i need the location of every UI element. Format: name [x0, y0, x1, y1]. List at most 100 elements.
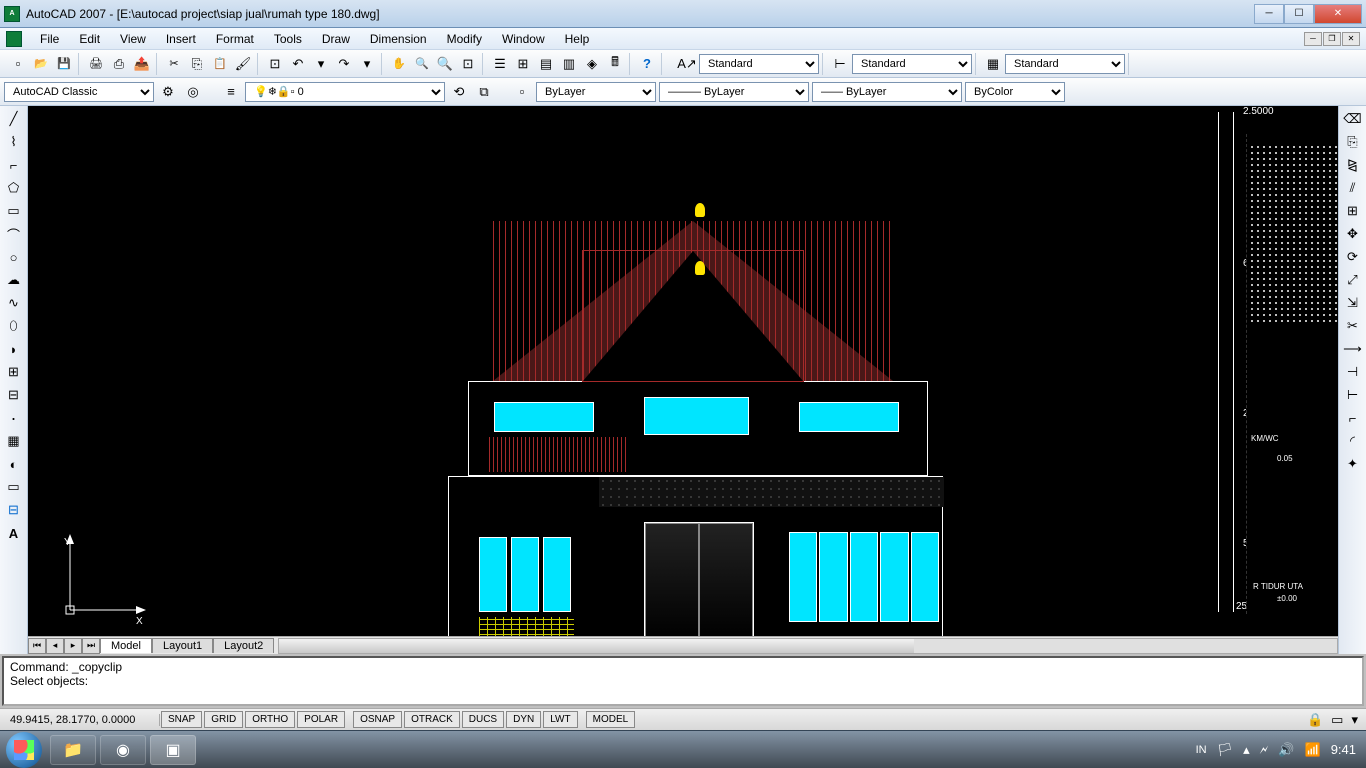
maximize-button[interactable]: ☐: [1284, 4, 1314, 24]
move-tool[interactable]: ✥: [1341, 223, 1365, 245]
break-tool[interactable]: ⊣: [1341, 361, 1365, 383]
hatch-tool[interactable]: [2, 430, 26, 452]
layer-previous-button[interactable]: ⟲: [448, 81, 470, 103]
copy-button[interactable]: [186, 53, 208, 75]
fillet-tool[interactable]: ◜: [1341, 430, 1365, 452]
undo-button[interactable]: [287, 53, 309, 75]
tray-up-icon[interactable]: ▴: [1243, 742, 1250, 758]
toggle-ortho[interactable]: ORTHO: [245, 711, 295, 728]
stretch-tool[interactable]: ⇲: [1341, 292, 1365, 314]
tab-last-button[interactable]: ⏭: [82, 638, 100, 654]
ellipse-arc-tool[interactable]: ◗: [2, 338, 26, 360]
layer-combo[interactable]: 💡❄🔒▫ 0: [245, 82, 445, 102]
taskbar-autocad-button[interactable]: ▣: [150, 735, 196, 765]
table-style-icon[interactable]: ▦: [982, 53, 1004, 75]
menu-draw[interactable]: Draw: [312, 30, 360, 48]
horizontal-scrollbar[interactable]: [278, 638, 1338, 654]
taskbar-explorer-button[interactable]: 📁: [50, 735, 96, 765]
sheet-set-button[interactable]: ▥: [558, 53, 580, 75]
toggle-otrack[interactable]: OTRACK: [404, 711, 460, 728]
toggle-dyn[interactable]: DYN: [506, 711, 541, 728]
markup-button[interactable]: ◈: [581, 53, 603, 75]
polyline-tool[interactable]: ⌐: [2, 154, 26, 176]
tool-palettes-button[interactable]: ▤: [535, 53, 557, 75]
help-button[interactable]: [636, 53, 658, 75]
make-block-tool[interactable]: ⊟: [2, 384, 26, 406]
zoom-previous-button[interactable]: 🔍: [434, 53, 456, 75]
quickcalc-button[interactable]: 🖩: [604, 53, 626, 75]
explode-tool[interactable]: ✦: [1341, 453, 1365, 475]
menu-file[interactable]: File: [30, 30, 69, 48]
tray-battery-icon[interactable]: 🗲: [1260, 742, 1269, 758]
ellipse-tool[interactable]: [2, 315, 26, 337]
coordinate-display[interactable]: 49.9415, 28.1770, 0.0000: [0, 714, 160, 726]
tab-layout1[interactable]: Layout1: [152, 638, 213, 653]
mirror-tool[interactable]: ⧎: [1341, 154, 1365, 176]
menu-dimension[interactable]: Dimension: [360, 30, 437, 48]
publish-button[interactable]: 📤: [131, 53, 153, 75]
rectangle-tool[interactable]: [2, 200, 26, 222]
chamfer-tool[interactable]: ⌐: [1341, 407, 1365, 429]
region-tool[interactable]: ▭: [2, 476, 26, 498]
mdi-close-button[interactable]: ✕: [1342, 32, 1360, 46]
dim-style-icon[interactable]: ⊢: [829, 53, 851, 75]
block-editor-button[interactable]: ⊡: [264, 53, 286, 75]
tray-flag-icon[interactable]: 🏳: [1217, 742, 1234, 758]
polygon-tool[interactable]: [2, 177, 26, 199]
offset-tool[interactable]: ⫽: [1341, 177, 1365, 199]
table-tool[interactable]: [2, 499, 26, 521]
linetype-combo[interactable]: ——— ByLayer: [659, 82, 809, 102]
undo-dropdown[interactable]: ▾: [310, 53, 332, 75]
tray-volume-icon[interactable]: 🔊: [1278, 742, 1294, 758]
properties-button[interactable]: ☰: [489, 53, 511, 75]
taskbar-clock[interactable]: 9:41: [1331, 742, 1360, 757]
plotstyle-combo[interactable]: ByColor: [965, 82, 1065, 102]
scale-tool[interactable]: ⤢: [1341, 269, 1365, 291]
toggle-polar[interactable]: POLAR: [297, 711, 345, 728]
workspace-combo[interactable]: AutoCAD Classic: [4, 82, 154, 102]
menu-tools[interactable]: Tools: [264, 30, 312, 48]
extend-tool[interactable]: ⟶: [1341, 338, 1365, 360]
cut-button[interactable]: [163, 53, 185, 75]
redo-dropdown[interactable]: ▾: [356, 53, 378, 75]
mtext-tool[interactable]: [2, 522, 26, 544]
layer-manager-button[interactable]: ≡: [220, 81, 242, 103]
table-style-combo[interactable]: Standard: [1005, 54, 1125, 74]
open-button[interactable]: [30, 53, 52, 75]
command-line[interactable]: Command: _copyclip Select objects:: [2, 656, 1364, 706]
language-indicator[interactable]: IN: [1196, 744, 1207, 756]
tray-network-icon[interactable]: 📶: [1305, 742, 1321, 758]
lineweight-combo[interactable]: —— ByLayer: [812, 82, 962, 102]
plot-button[interactable]: [85, 53, 107, 75]
zoom-window-button[interactable]: ⊡: [457, 53, 479, 75]
toggle-osnap[interactable]: OSNAP: [353, 711, 402, 728]
start-button[interactable]: [6, 732, 42, 768]
circle-tool[interactable]: [2, 246, 26, 268]
mdi-minimize-button[interactable]: ─: [1304, 32, 1322, 46]
toggle-grid[interactable]: GRID: [204, 711, 243, 728]
menu-modify[interactable]: Modify: [437, 30, 492, 48]
tab-model[interactable]: Model: [100, 638, 152, 653]
toggle-snap[interactable]: SNAP: [161, 711, 202, 728]
dim-style-combo[interactable]: Standard: [852, 54, 972, 74]
close-button[interactable]: ✕: [1314, 4, 1362, 24]
status-tray-icon[interactable]: ▭: [1331, 712, 1343, 728]
tab-next-button[interactable]: ▸: [64, 638, 82, 654]
construction-line-tool[interactable]: [2, 131, 26, 153]
taskbar-chrome-button[interactable]: ◉: [100, 735, 146, 765]
color-swatch[interactable]: ▫: [511, 81, 533, 103]
tab-prev-button[interactable]: ◂: [46, 638, 64, 654]
workspace-settings-button[interactable]: ⚙: [157, 81, 179, 103]
menu-edit[interactable]: Edit: [69, 30, 110, 48]
paste-button[interactable]: [209, 53, 231, 75]
menu-help[interactable]: Help: [555, 30, 600, 48]
line-tool[interactable]: [2, 108, 26, 130]
minimize-button[interactable]: ─: [1254, 4, 1284, 24]
design-center-button[interactable]: ⊞: [512, 53, 534, 75]
zoom-realtime-button[interactable]: [411, 53, 433, 75]
toggle-ducs[interactable]: DUCS: [462, 711, 504, 728]
toggle-lwt[interactable]: LWT: [543, 711, 577, 728]
arc-tool[interactable]: [2, 223, 26, 245]
tab-first-button[interactable]: ⏮: [28, 638, 46, 654]
menu-window[interactable]: Window: [492, 30, 555, 48]
